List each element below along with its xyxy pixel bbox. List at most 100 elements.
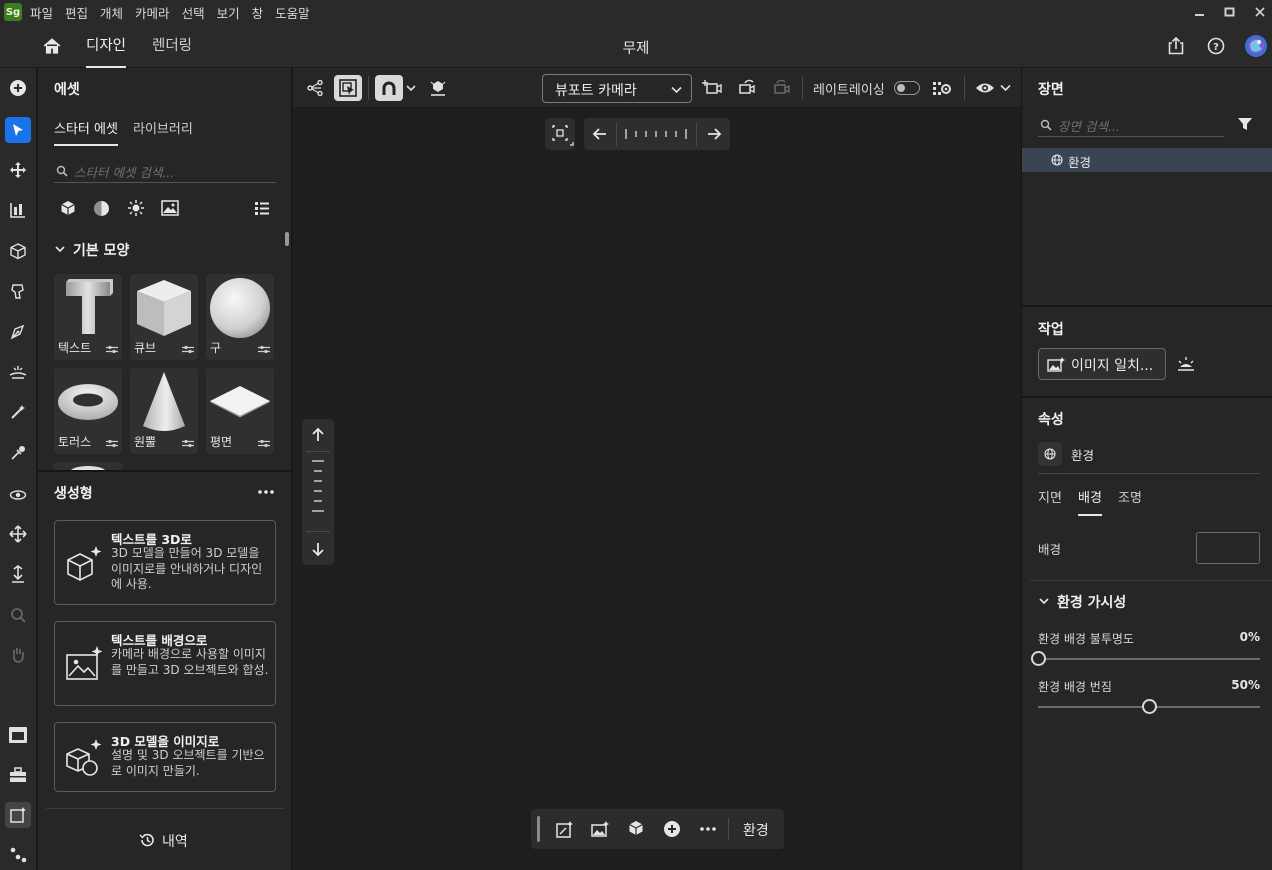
assets-search-input[interactable]: 스타터 에셋 검색... <box>74 162 174 181</box>
horizontal-scrub-slider[interactable] <box>625 129 687 139</box>
drag-handle[interactable] <box>537 816 540 842</box>
generate-background-icon[interactable] <box>591 820 609 838</box>
shape-plane[interactable]: 평면 <box>206 368 274 454</box>
model-icon[interactable] <box>60 200 76 216</box>
magnet-snap-icon[interactable] <box>375 75 403 101</box>
chevron-down-icon[interactable] <box>406 84 416 92</box>
assets-scrollbar[interactable] <box>285 232 289 246</box>
3d-to-image-card[interactable]: 3D 모델을 이미지로 설명 및 3D 오브젝트를 기반으로 이미지 만들기. <box>54 722 276 792</box>
render-settings-icon[interactable] <box>928 75 956 101</box>
chevron-down-icon[interactable] <box>1000 84 1011 92</box>
adjust-icon[interactable] <box>182 439 194 448</box>
tab-ground[interactable]: 지면 <box>1038 487 1062 506</box>
pan-icon[interactable] <box>5 521 31 547</box>
frame-selection-button[interactable] <box>545 118 575 150</box>
background-color-swatch[interactable] <box>1196 532 1260 564</box>
menu-camera[interactable]: 카메라 <box>135 3 170 22</box>
viewport[interactable]: 뷰포트 카메라 레이트레이싱 환경 <box>293 68 1021 870</box>
adjust-icon[interactable] <box>258 439 270 448</box>
material-icon[interactable] <box>5 278 31 304</box>
model-icon[interactable] <box>628 820 644 836</box>
arrow-up-icon[interactable] <box>312 427 324 441</box>
opacity-slider-track[interactable] <box>1046 658 1260 660</box>
filter-icon[interactable] <box>1237 116 1253 132</box>
list-view-icon[interactable] <box>254 200 270 216</box>
adjust-icon[interactable] <box>106 439 118 448</box>
arrow-right-icon[interactable] <box>708 128 722 140</box>
horizontal-navigator[interactable] <box>584 118 730 150</box>
blur-slider-knob[interactable] <box>1141 699 1157 714</box>
maximize-icon[interactable] <box>1224 6 1236 18</box>
ground-light-icon[interactable] <box>1176 355 1196 373</box>
camera-sync-icon[interactable] <box>733 75 761 101</box>
move-icon[interactable] <box>5 157 31 183</box>
graph-icon[interactable] <box>5 842 31 868</box>
select-icon[interactable] <box>5 117 31 143</box>
raytracing-toggle[interactable] <box>894 81 920 95</box>
tab-lighting[interactable]: 조명 <box>1118 487 1142 506</box>
shape-cone[interactable]: 원뿔 <box>130 368 198 454</box>
menu-file[interactable]: 파일 <box>30 3 53 22</box>
menu-object[interactable]: 개체 <box>100 3 123 22</box>
arrow-down-icon[interactable] <box>312 543 324 557</box>
generate-icon[interactable] <box>5 802 31 828</box>
dolly-icon[interactable] <box>5 561 31 587</box>
orbit-icon[interactable] <box>5 482 31 508</box>
tab-background[interactable]: 배경 <box>1078 487 1102 516</box>
menu-edit[interactable]: 편집 <box>65 3 88 22</box>
menu-view[interactable]: 보기 <box>217 3 240 22</box>
menu-window[interactable]: 창 <box>252 3 264 22</box>
eyedropper-icon[interactable] <box>5 440 31 466</box>
add-camera-icon[interactable] <box>698 75 726 101</box>
text-to-3d-card[interactable]: 텍스트를 3D로 3D 모델을 만들어 3D 모델을 이미지로를 안내하거나 디… <box>54 520 276 605</box>
shape-sphere[interactable]: 구 <box>206 274 274 360</box>
environment-button[interactable]: 환경 <box>743 820 769 840</box>
object-icon[interactable] <box>5 238 31 264</box>
menu-select[interactable]: 선택 <box>182 3 205 22</box>
shape-cube[interactable]: 큐브 <box>130 274 198 360</box>
image-icon[interactable] <box>161 200 179 216</box>
vertical-navigator[interactable] <box>302 419 334 565</box>
user-avatar-icon[interactable] <box>1244 34 1268 58</box>
material-icon[interactable] <box>93 200 110 217</box>
scene-search-input[interactable]: 장면 검색... <box>1058 116 1120 135</box>
magic-wand-icon[interactable] <box>5 399 31 425</box>
close-icon[interactable] <box>1254 6 1266 18</box>
selection-mode-icon[interactable] <box>334 75 362 101</box>
tab-starter-assets[interactable]: 스타터 에셋 <box>54 118 118 146</box>
help-icon[interactable]: ? <box>1206 36 1226 56</box>
shape-torus[interactable]: 토러스 <box>54 368 122 454</box>
shape-partial[interactable] <box>54 462 122 470</box>
chevron-down-icon[interactable] <box>55 244 65 254</box>
add-icon[interactable] <box>5 75 31 101</box>
adjust-icon[interactable] <box>106 345 118 354</box>
ground-icon[interactable] <box>5 359 31 385</box>
opacity-slider-knob[interactable] <box>1030 651 1046 666</box>
share-icon[interactable] <box>1166 36 1186 56</box>
assets-search[interactable]: 스타터 에셋 검색... <box>54 157 276 183</box>
add-icon[interactable] <box>663 820 681 838</box>
history-icon[interactable] <box>139 832 155 848</box>
archive-icon[interactable] <box>5 722 31 748</box>
viewport-camera-select[interactable]: 뷰포트 카메라 <box>542 74 692 103</box>
adjust-icon[interactable] <box>182 345 194 354</box>
drop-to-ground-icon[interactable] <box>424 75 452 101</box>
text-to-background-card[interactable]: 텍스트를 배경으로 카메라 배경으로 사용할 이미지를 만들고 3D 오브젝트와… <box>54 621 276 706</box>
history-button[interactable]: 내역 <box>162 831 188 851</box>
shape-text[interactable]: 텍스트 <box>54 274 122 360</box>
scene-graph-icon[interactable] <box>301 75 329 101</box>
more-options-icon[interactable] <box>700 827 716 831</box>
pen-icon[interactable] <box>5 319 31 345</box>
scene-search[interactable]: 장면 검색... <box>1038 111 1224 137</box>
more-options-icon[interactable] <box>258 490 274 494</box>
arrow-left-icon[interactable] <box>592 128 606 140</box>
chevron-down-icon[interactable] <box>1039 596 1049 606</box>
light-icon[interactable] <box>127 199 145 217</box>
adjust-icon[interactable] <box>258 345 270 354</box>
scene-item-environment[interactable]: 환경 <box>1022 148 1272 172</box>
tab-library[interactable]: 라이브러리 <box>133 118 193 137</box>
vertical-scrub-slider[interactable] <box>312 460 324 512</box>
minimize-icon[interactable] <box>1194 6 1206 18</box>
menu-help[interactable]: 도움말 <box>275 3 310 22</box>
visibility-eye-icon[interactable] <box>971 75 999 101</box>
